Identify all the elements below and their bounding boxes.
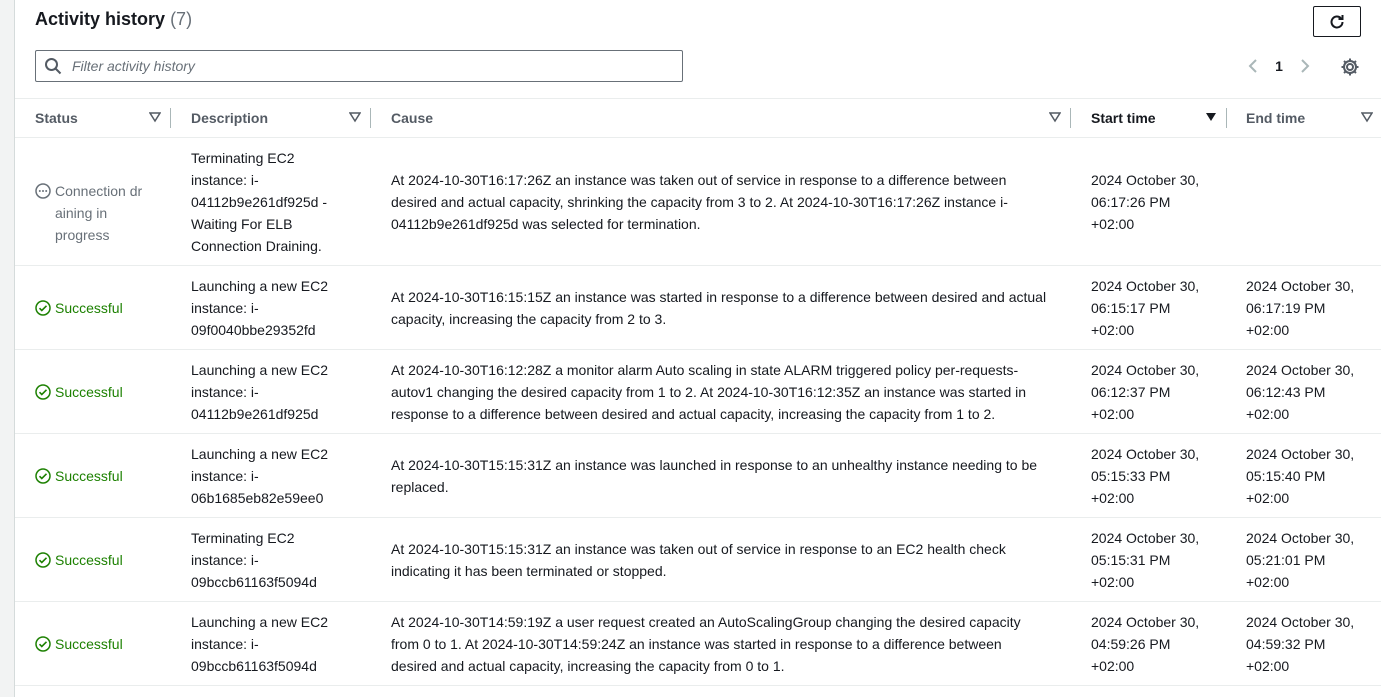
status-cell: Successful [35,381,123,403]
filter-search [35,50,683,82]
table-row: Successful Launching a new EC2 instance:… [15,350,1381,434]
column-header-description[interactable]: Description [191,99,371,137]
panel-title: Activity history (7) [35,9,192,30]
column-label: End time [1246,110,1306,126]
refresh-icon [1328,13,1346,31]
check-circle-icon [35,468,51,484]
current-page[interactable]: 1 [1271,58,1287,74]
cause-cell: At 2024-10-30T16:15:15Z an instance was … [391,289,1047,327]
check-circle-icon [35,300,51,316]
cause-cell: At 2024-10-30T16:17:26Z an instance was … [391,172,1008,232]
pagination: 1 [1243,56,1315,76]
description-cell: Terminating EC2 instance: i-04112b9e261d… [191,150,327,254]
column-header-end-time[interactable]: End time [1246,99,1375,137]
end-time-cell: 2024 October 30, 06:17:19 PM +02:00 [1246,278,1355,338]
cause-cell: At 2024-10-30T15:15:31Z an instance was … [391,457,1038,495]
end-time-cell: 2024 October 30, 05:21:01 PM +02:00 [1246,530,1355,590]
start-time-cell: 2024 October 30, 06:17:26 PM +02:00 [1091,172,1200,232]
column-label: Status [35,110,78,126]
column-header-status[interactable]: Status [35,99,171,137]
chevron-left-icon [1248,58,1258,74]
description-cell: Launching a new EC2 instance: i-04112b9e… [191,362,328,422]
next-page-button[interactable] [1295,56,1315,76]
check-circle-icon [35,636,51,652]
check-circle-icon [35,384,51,400]
status-cell: Successful [35,465,123,487]
description-cell: Launching a new EC2 instance: i-06b1685e… [191,446,328,506]
description-cell: Terminating EC2 instance: i-09bccb61163f… [191,530,317,590]
start-time-cell: 2024 October 30, 06:12:37 PM +02:00 [1091,362,1200,422]
description-cell: Launching a new EC2 instance: i-09f0040b… [191,278,328,338]
caret-down-icon [1361,111,1373,123]
column-label: Description [191,110,269,126]
status-text: Successful [55,468,123,484]
start-time-cell: 2024 October 30, 06:15:17 PM +02:00 [1091,278,1200,338]
preferences-button[interactable] [1339,56,1361,78]
column-label: Cause [391,110,434,126]
status-cell: Successful [35,549,123,571]
ellipsis-circle-icon [35,183,51,199]
caret-down-icon [349,111,361,123]
filter-input[interactable] [70,57,654,75]
caret-down-icon [1049,111,1061,123]
column-label: Start time [1091,110,1156,126]
end-time-cell: 2024 October 30, 06:12:43 PM +02:00 [1246,362,1355,422]
activity-history-panel: Activity history (7) 1 [15,0,1381,697]
title-text: Activity history [35,9,166,29]
chevron-right-icon [1300,58,1310,74]
end-time-cell: 2024 October 30, 05:15:40 PM +02:00 [1246,446,1355,506]
caret-down-filled-icon [1205,111,1217,123]
table-row: Connection dr aining in progress Termina… [15,138,1381,266]
column-header-cause[interactable]: Cause [391,99,1071,137]
status-text: Successful [55,636,123,652]
cause-cell: At 2024-10-30T15:15:31Z an instance was … [391,541,1006,579]
status-cell: Connection dr aining in progress [35,180,155,246]
cause-cell: At 2024-10-30T14:59:19Z a user request c… [391,614,1021,674]
check-circle-icon [35,552,51,568]
cause-cell: At 2024-10-30T16:12:28Z a monitor alarm … [391,362,1027,422]
table-row: Successful Launching a new EC2 instance:… [15,266,1381,350]
table-row: Successful Terminating EC2 instance: i-0… [15,518,1381,602]
gear-icon [1340,57,1360,77]
refresh-button[interactable] [1313,6,1361,37]
column-divider[interactable] [170,108,171,128]
status-text: Successful [55,300,123,316]
start-time-cell: 2024 October 30, 05:15:33 PM +02:00 [1091,446,1200,506]
table-header: Status Description Cause Start time End … [15,98,1381,138]
status-cell: Successful [35,297,123,319]
column-header-start-time[interactable]: Start time [1091,99,1227,137]
column-divider[interactable] [1226,108,1227,128]
status-cell: Successful [35,633,123,655]
start-time-cell: 2024 October 30, 04:59:26 PM +02:00 [1091,614,1200,674]
table-row: Successful Launching a new EC2 instance:… [15,602,1381,686]
status-text: Successful [55,384,123,400]
previous-page-button[interactable] [1243,56,1263,76]
status-text: Connection dr aining in progress [55,183,143,243]
title-count: (7) [170,9,193,29]
left-rail [0,0,15,697]
description-cell: Launching a new EC2 instance: i-09bccb61… [191,614,328,674]
caret-down-icon [149,111,161,123]
column-divider[interactable] [1070,108,1071,128]
table-row: Successful Launching a new EC2 instance:… [15,434,1381,518]
search-icon [44,57,62,75]
end-time-cell: 2024 October 30, 04:59:32 PM +02:00 [1246,614,1355,674]
column-divider[interactable] [370,108,371,128]
start-time-cell: 2024 October 30, 05:15:31 PM +02:00 [1091,530,1200,590]
status-text: Successful [55,552,123,568]
